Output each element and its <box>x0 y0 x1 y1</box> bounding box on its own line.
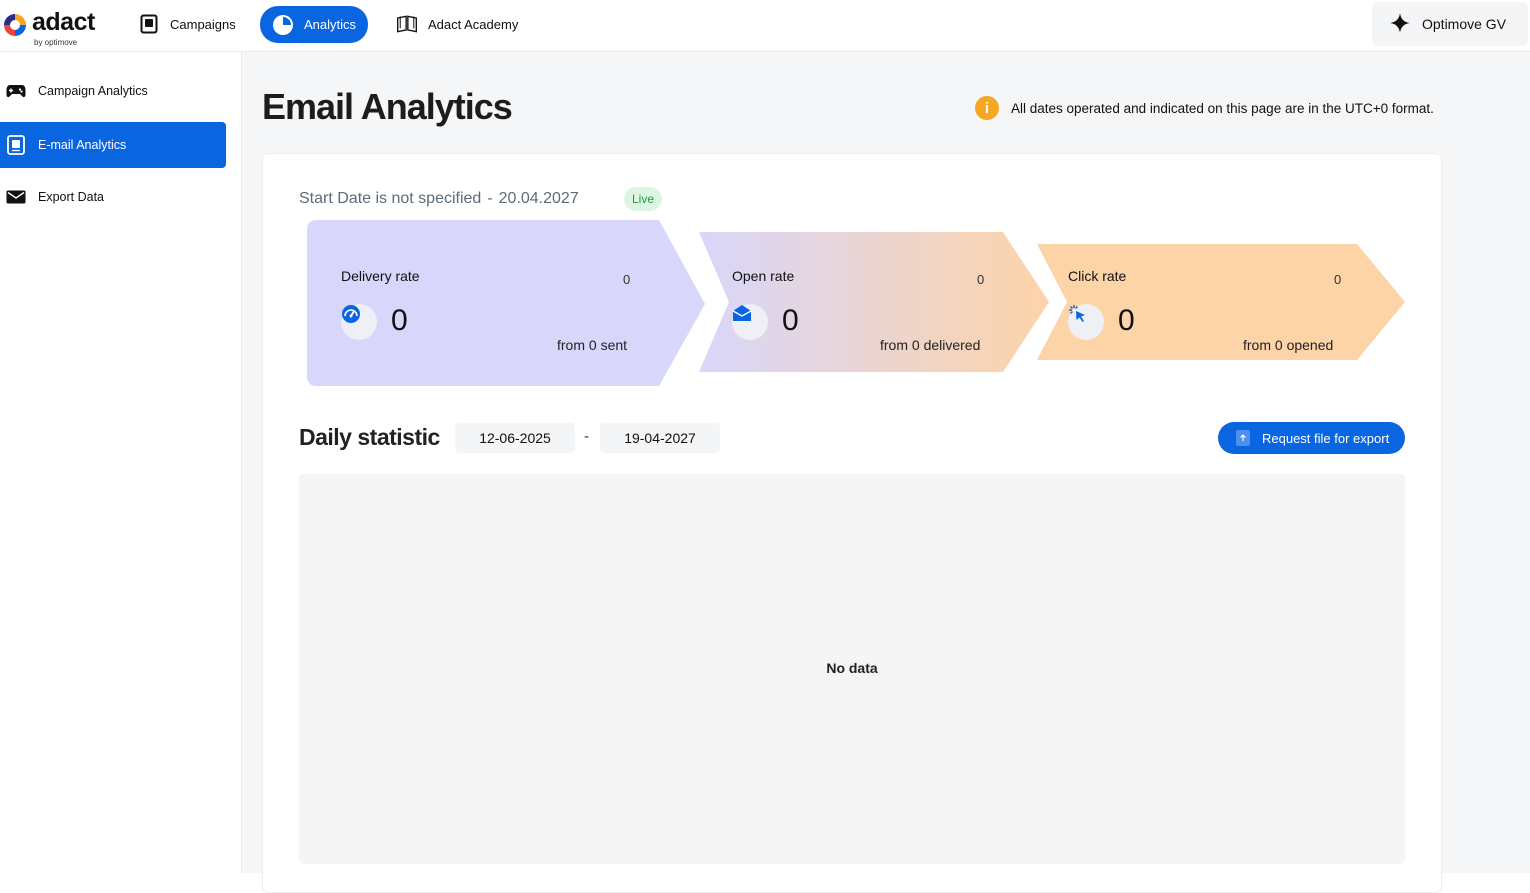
end-date: 20.04.2027 <box>498 190 579 207</box>
nav-academy-label: Adact Academy <box>428 16 519 32</box>
nav-academy[interactable]: Adact Academy <box>386 6 528 42</box>
metric-value: 0 <box>1118 304 1135 337</box>
metric-label: Click rate <box>1068 268 1127 284</box>
nav-campaigns[interactable]: Campaigns <box>128 6 246 42</box>
open-envelope-icon <box>732 304 768 340</box>
metric-label: Delivery rate <box>341 268 420 284</box>
sidebar-item-label: Export Data <box>38 190 105 204</box>
account-menu[interactable]: Optimove GV <box>1372 2 1528 46</box>
book-icon <box>396 13 418 35</box>
date-separator: - <box>487 190 493 207</box>
gamepad-icon <box>6 81 26 101</box>
cursor-click-icon <box>1068 304 1104 340</box>
open-rate-metric: Open rate 0 0 from 0 delivered <box>698 220 1048 386</box>
sparkle-icon <box>1390 12 1410 36</box>
sidebar-item-export-data[interactable]: Export Data <box>0 174 226 220</box>
pie-chart-icon <box>272 14 294 36</box>
nav-analytics-label: Analytics <box>304 17 357 32</box>
date-to-input[interactable] <box>600 423 720 453</box>
export-file-icon <box>1236 430 1250 446</box>
campaigns-icon <box>138 13 160 35</box>
metric-small-value: 0 <box>1334 272 1342 287</box>
metric-small-value: 0 <box>623 272 631 287</box>
logo[interactable]: adact by optimove <box>2 8 112 48</box>
timezone-note: i All dates operated and indicated on th… <box>975 96 1434 120</box>
date-range-separator: - <box>584 428 589 445</box>
nav-campaigns-label: Campaigns <box>170 16 236 32</box>
analytics-card: Start Date is not specified - 20.04.2027… <box>262 153 1442 893</box>
metric-value: 0 <box>782 304 799 337</box>
metric-subtext: from 0 delivered <box>880 337 981 353</box>
account-name: Optimove GV <box>1422 16 1507 32</box>
nav-analytics[interactable]: Analytics <box>260 6 368 43</box>
page-title: Email Analytics <box>262 86 513 127</box>
date-range-summary: Start Date is not specified - 20.04.2027 <box>299 190 579 208</box>
date-from-input[interactable] <box>455 423 575 453</box>
speedometer-icon <box>341 304 377 340</box>
metric-subtext: from 0 sent <box>557 337 628 353</box>
request-export-button[interactable]: Request file for export <box>1218 422 1405 454</box>
sidebar-item-label: E-mail Analytics <box>38 138 127 152</box>
brand-name: adact <box>32 8 95 36</box>
no-data-message: No data <box>826 660 878 676</box>
sidebar: Campaign Analytics E-mail Analytics Expo… <box>0 52 242 873</box>
main-content: Email Analytics i All dates operated and… <box>242 52 1530 893</box>
metrics-funnel: Delivery rate 0 0 from 0 sent Open rate … <box>307 220 1407 388</box>
daily-statistic-title: Daily statistic <box>299 424 440 450</box>
sidebar-item-campaign-analytics[interactable]: Campaign Analytics <box>0 68 226 114</box>
sidebar-item-label: Campaign Analytics <box>38 84 148 98</box>
top-bar: adact by optimove Campaigns Analytics Ad… <box>0 0 1530 52</box>
metric-label: Open rate <box>732 268 795 284</box>
start-date-label: Start Date is not specified <box>299 190 482 207</box>
daily-statistic-chart: No data <box>299 474 1405 864</box>
delivery-rate-metric: Delivery rate 0 0 from 0 sent <box>307 220 667 386</box>
adact-logo-icon <box>4 14 26 36</box>
metric-subtext: from 0 opened <box>1243 337 1334 353</box>
brand-tagline: by optimove <box>34 38 78 47</box>
timezone-note-text: All dates operated and indicated on this… <box>1011 100 1434 116</box>
metric-small-value: 0 <box>977 272 985 287</box>
envelope-icon <box>6 187 26 207</box>
sidebar-item-email-analytics[interactable]: E-mail Analytics <box>0 122 226 168</box>
email-card-icon <box>6 135 26 155</box>
click-rate-metric: Click rate 0 0 from 0 opened <box>1037 220 1397 386</box>
request-export-label: Request file for export <box>1262 430 1390 446</box>
info-icon: i <box>975 96 999 120</box>
metric-value: 0 <box>391 304 408 337</box>
status-badge: Live <box>624 187 663 211</box>
